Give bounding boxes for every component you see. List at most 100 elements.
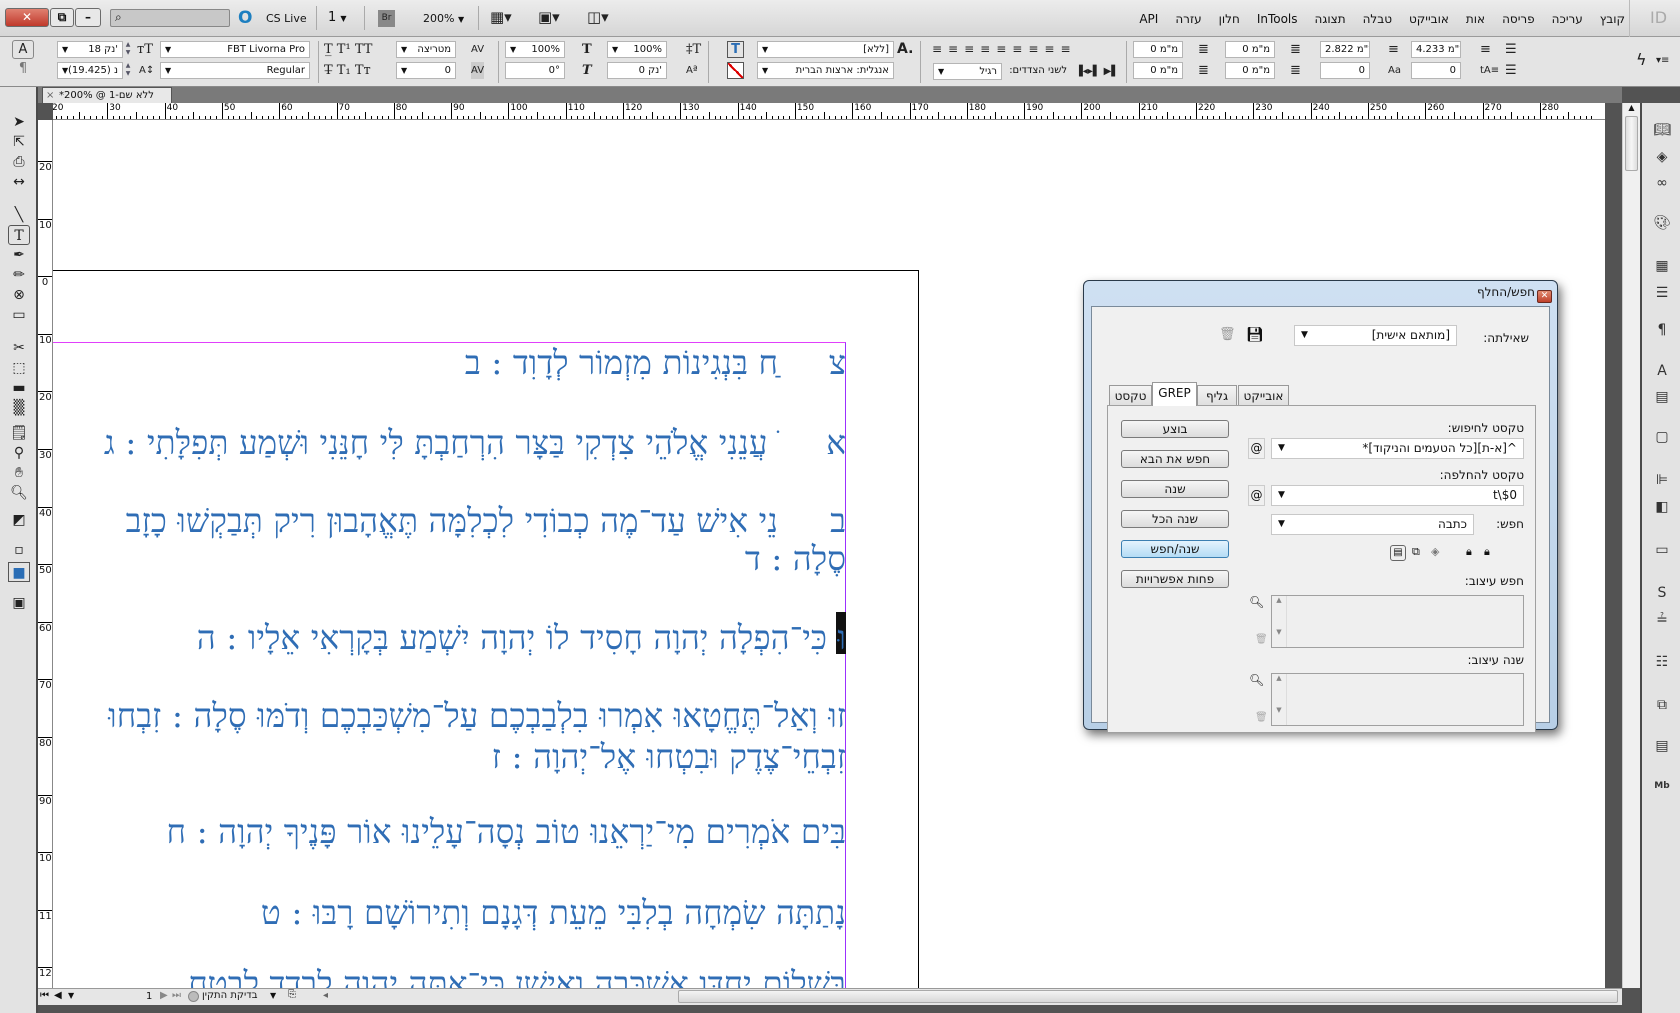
effects-panel-icon[interactable]: S bbox=[1650, 582, 1674, 604]
specify-find-format-icon[interactable]: 🔍︎ bbox=[1249, 595, 1264, 609]
last-page-button[interactable]: ⏭ bbox=[172, 990, 181, 1001]
binding-direction-icons[interactable]: ▐◂▸▌ ▶▌ bbox=[1075, 63, 1119, 80]
direct-selection-tool-icon[interactable]: ⇱ bbox=[8, 132, 30, 152]
text-line[interactable]: זִבְחֵי־צֶדֶק וּבִטְחוּ אֶל־יְהוָה : ז bbox=[492, 736, 846, 777]
fewer-options-button[interactable]: פחות אפשרויות bbox=[1121, 570, 1229, 588]
text-line[interactable]: סֶלָה : ד bbox=[745, 538, 846, 579]
character-styles-panel-icon[interactable]: A bbox=[1650, 360, 1674, 382]
line-tool-icon[interactable]: ╲ bbox=[8, 205, 30, 225]
text-line[interactable]: נֵי אִישׁ עַד־מֶה כְבוֹדִי לִכְלִמָּה תֶ… bbox=[126, 500, 778, 541]
paragraph-alignment-icons[interactable]: ≡≡≡≡≡≡≡≡≡ bbox=[932, 41, 1077, 58]
menu-type[interactable]: אות bbox=[1466, 12, 1485, 26]
change-format-scrollbar[interactable]: ▲ ▼ bbox=[1272, 674, 1287, 725]
baseline-shift-field[interactable]: 0 נק' bbox=[607, 62, 667, 79]
language-dropdown[interactable]: ▼ אנגלית: ארצות הברית bbox=[757, 62, 894, 79]
rectangle-frame-tool-icon[interactable]: ⊗ bbox=[8, 285, 30, 305]
document-tab[interactable]: × *200% @ 1-ללא שם bbox=[42, 87, 172, 103]
character-mode-button[interactable]: A bbox=[12, 40, 34, 59]
screen-mode-icon[interactable]: ▣▾ bbox=[538, 9, 560, 26]
query-dropdown[interactable]: ▼ [מותאם אישית] bbox=[1294, 325, 1457, 346]
close-dialog-button[interactable]: ✕ bbox=[1537, 290, 1552, 303]
menu-help[interactable]: עזרה bbox=[1175, 12, 1201, 26]
table-styles-panel-icon[interactable]: ☰ bbox=[1650, 282, 1674, 304]
horizontal-scroll-thumb[interactable] bbox=[678, 990, 1618, 1003]
specify-change-format-icon[interactable]: 🔍︎ bbox=[1249, 673, 1264, 687]
panel-menu-icon[interactable]: ▾≡ bbox=[1656, 52, 1669, 69]
right-indent-field[interactable]: 0 מ"מ bbox=[1225, 41, 1275, 58]
space-before-field[interactable]: 2.822 מ"מ bbox=[1320, 41, 1370, 58]
page-dropdown-icon[interactable]: ▼ bbox=[68, 991, 74, 1000]
space-after-field[interactable]: 4.233 מ"מ bbox=[1411, 41, 1461, 58]
first-line-indent-field[interactable]: 0 מ"מ bbox=[1133, 62, 1183, 79]
formatting-affects-icon[interactable]: ▫ bbox=[8, 540, 30, 560]
tab-glyph[interactable]: גליף bbox=[1197, 385, 1237, 406]
arrange-documents-icon[interactable]: ◫▾ bbox=[587, 9, 609, 26]
menu-layout[interactable]: פריסה bbox=[1502, 12, 1535, 26]
type-tool-icon[interactable]: T bbox=[8, 225, 30, 245]
gap-tool-icon[interactable]: ↔ bbox=[8, 172, 30, 192]
find-next-button[interactable]: חפש את הבא bbox=[1121, 450, 1229, 468]
cell-styles-panel-icon[interactable]: ☷ bbox=[1650, 651, 1674, 673]
pages-panel-icon[interactable]: 📖︎ bbox=[1650, 119, 1674, 141]
menu-table[interactable]: טבלה bbox=[1363, 12, 1392, 26]
paragraph-mode-button[interactable]: ¶ bbox=[12, 60, 34, 77]
selection-tool-icon[interactable]: ➤ bbox=[8, 112, 30, 132]
horizontal-ruler[interactable]: 20 30 40 50 60 70 80 90 100 110 120 130 140 150 160 170… bbox=[53, 103, 1605, 120]
text-wrap-panel-icon[interactable]: ▤ bbox=[1650, 386, 1674, 408]
text-line[interactable]: נָתַתָּה שִׂמְחָה בְלִבִּי מֵעֵת דְּגָנָ… bbox=[261, 892, 846, 933]
menu-view[interactable]: תצוגה bbox=[1315, 12, 1346, 26]
change-all-button[interactable]: שנה הכל bbox=[1121, 510, 1229, 528]
zoom-dropdown[interactable]: 200% ▼ bbox=[423, 12, 464, 25]
justification-dropdown[interactable]: ▼ רגיל bbox=[933, 63, 1002, 80]
stroke-color-icon[interactable] bbox=[727, 62, 744, 79]
menu-object[interactable]: אובייקט bbox=[1409, 12, 1449, 26]
data-merge-panel-icon[interactable]: ▤ bbox=[1650, 735, 1674, 757]
last-line-indent-field[interactable]: 0 מ"מ bbox=[1225, 62, 1275, 79]
links-panel-icon[interactable]: ∞ bbox=[1650, 172, 1674, 194]
special-characters-find-button[interactable]: @ bbox=[1248, 438, 1265, 459]
gradient-panel-icon[interactable]: ▭ bbox=[1650, 539, 1674, 561]
character-style-dropdown[interactable]: ▼ [ללא] bbox=[757, 41, 894, 58]
quick-apply-icon[interactable]: A. bbox=[897, 41, 913, 58]
open-preflight-icon[interactable]: ⎘ bbox=[288, 989, 296, 1000]
all-caps-icon[interactable]: T̲ T¹ TT bbox=[324, 41, 372, 58]
special-characters-change-button[interactable]: @ bbox=[1248, 485, 1265, 506]
mini-bridge-panel-icon[interactable]: Mb bbox=[1650, 775, 1674, 797]
scroll-left-icon[interactable]: ◂ bbox=[323, 990, 328, 1001]
text-line[interactable]: בִּים אֹמְרִים מִי־יַרְאֵנוּ טוֹב נְסָה־… bbox=[167, 811, 846, 852]
include-locked-layers-icon[interactable]: ▤ bbox=[1390, 545, 1406, 561]
text-line[interactable]: זוּ וְאַל־תֶּחֱטָאוּ אִמְרוּ בִלְבַבְכֶם… bbox=[108, 695, 846, 736]
bulleted-list-icon[interactable]: ☰ bbox=[1505, 41, 1517, 58]
font-style-dropdown[interactable]: ▼ Regular bbox=[160, 62, 310, 79]
screen-mode-icon[interactable]: ▣ bbox=[8, 593, 30, 613]
trash-icon[interactable]: 🗑︎ bbox=[1219, 327, 1236, 342]
fill-color-icon[interactable]: T bbox=[727, 41, 744, 58]
menu-api[interactable]: API bbox=[1139, 12, 1158, 26]
skew-field[interactable]: 0° bbox=[505, 62, 565, 79]
cs-live-label[interactable]: CS Live bbox=[266, 12, 307, 25]
object-styles-panel-icon[interactable]: ▢ bbox=[1650, 426, 1674, 448]
kerning-dropdown[interactable]: ▼ מטריצה bbox=[396, 41, 456, 58]
script-label-panel-icon[interactable]: ⧉ bbox=[1650, 694, 1674, 716]
leading-stepper[interactable]: ▲ ▼ bbox=[124, 62, 132, 79]
vertical-scrollbar[interactable]: ▲ bbox=[1622, 103, 1640, 988]
horizontal-scale-field[interactable]: ▼ 100% bbox=[607, 41, 667, 58]
gradient-feather-tool-icon[interactable]: ▒ bbox=[8, 398, 30, 418]
gradient-swatch-tool-icon[interactable]: ▬ bbox=[8, 378, 30, 398]
scissors-tool-icon[interactable]: ✂ bbox=[8, 338, 30, 358]
cs-live-icon[interactable]: O bbox=[238, 8, 252, 28]
close-tab-icon[interactable]: × bbox=[46, 88, 54, 103]
view-options-icon[interactable]: ▦▾ bbox=[490, 9, 512, 26]
restore-window-button[interactable]: ⧉ bbox=[50, 8, 74, 27]
tab-grep[interactable]: GREP bbox=[1152, 382, 1197, 406]
save-query-icon[interactable]: 💾︎ bbox=[1246, 327, 1264, 343]
first-page-button[interactable]: ⏮ bbox=[40, 990, 49, 1001]
change-format-box[interactable]: ▲ ▼ bbox=[1271, 673, 1524, 726]
table-panel-icon[interactable]: ▦ bbox=[1650, 255, 1674, 277]
menu-window[interactable]: חלון bbox=[1219, 12, 1240, 26]
paragraph-styles-panel-icon[interactable]: ¶ bbox=[1650, 319, 1674, 341]
page-number-dropdown[interactable]: 1 ▼ bbox=[328, 10, 347, 25]
menu-intools[interactable]: InTools bbox=[1257, 12, 1298, 26]
menu-file[interactable]: קובץ bbox=[1600, 12, 1625, 26]
pencil-tool-icon[interactable]: ✏ bbox=[8, 265, 30, 285]
